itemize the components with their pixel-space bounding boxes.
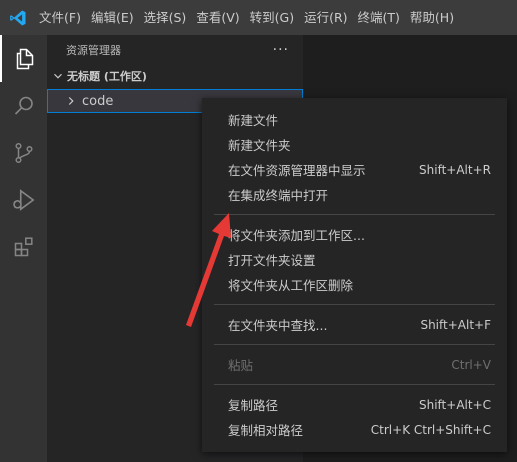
menu-separator bbox=[214, 214, 495, 215]
context-menu-item-shortcut: Shift+Alt+F bbox=[420, 317, 491, 332]
run-debug-icon[interactable] bbox=[0, 176, 47, 223]
context-menu-item-label: 复制相对路径 bbox=[228, 423, 304, 438]
context-menu-item[interactable]: 复制路径 Shift+Alt+C bbox=[202, 392, 507, 417]
context-menu-item-shortcut: Shift+Alt+R bbox=[419, 162, 491, 177]
context-menu-item-label: 粘贴 bbox=[228, 358, 254, 373]
menu-item[interactable]: 查看(V) bbox=[192, 0, 243, 35]
menu-item[interactable]: 转到(G) bbox=[246, 0, 298, 35]
context-menu-item-label: 新建文件 bbox=[228, 113, 279, 128]
menu-separator bbox=[214, 344, 495, 345]
explorer-icon[interactable] bbox=[0, 35, 47, 82]
menu-separator bbox=[214, 304, 495, 305]
context-menu-item-shortcut: Ctrl+K Ctrl+Shift+C bbox=[370, 422, 491, 437]
menu-item[interactable]: 运行(R) bbox=[300, 0, 351, 35]
context-menu-item: 粘贴 Ctrl+V bbox=[202, 352, 507, 377]
activity-bar bbox=[0, 35, 47, 462]
context-menu-item-shortcut: Shift+Alt+C bbox=[418, 397, 491, 412]
chevron-down-icon bbox=[54, 73, 62, 79]
menu-bar: 文件(F) 编辑(E) 选择(S) 查看(V) 转到(G) 运行(R) 终端(T) 帮助(H) bbox=[35, 0, 460, 35]
context-menu-item[interactable]: 打开文件夹设置 bbox=[202, 247, 507, 272]
context-menu-item-label: 将文件夹添加到工作区... bbox=[228, 228, 365, 243]
menu-item[interactable]: 编辑(E) bbox=[87, 0, 138, 35]
context-menu-item-shortcut: Ctrl+V bbox=[451, 357, 491, 372]
context-menu-item[interactable]: 复制相对路径 Ctrl+K Ctrl+Shift+C bbox=[202, 417, 507, 442]
context-menu-item[interactable]: 在文件夹中查找... Shift+Alt+F bbox=[202, 312, 507, 337]
menu-item[interactable]: 终端(T) bbox=[354, 0, 404, 35]
sidebar-header: 资源管理器 ··· bbox=[47, 35, 303, 65]
context-menu-item[interactable]: 将文件夹添加到工作区... bbox=[202, 222, 507, 247]
context-menu-item-label: 复制路径 bbox=[228, 398, 279, 413]
menu-item[interactable]: 帮助(H) bbox=[406, 0, 458, 35]
context-menu-item[interactable]: 在集成终端中打开 bbox=[202, 182, 507, 207]
context-menu-item[interactable]: 将文件夹从工作区删除 bbox=[202, 272, 507, 297]
workspace-label: 无标题 (工作区) bbox=[67, 70, 147, 83]
context-menu: 新建文件新建文件夹在文件资源管理器中显示 Shift+Alt+R 在集成终端中打开将… bbox=[202, 98, 507, 452]
menu-item[interactable]: 文件(F) bbox=[35, 0, 85, 35]
context-menu-item[interactable]: 新建文件 bbox=[202, 107, 507, 132]
title-bar: 文件(F) 编辑(E) 选择(S) 查看(V) 转到(G) 运行(R) 终端(T) 帮助(H) bbox=[0, 0, 517, 35]
context-menu-item-label: 在文件夹中查找... bbox=[228, 318, 328, 333]
more-actions-button[interactable]: ··· bbox=[273, 42, 289, 58]
context-menu-item-label: 在集成终端中打开 bbox=[228, 188, 329, 203]
context-menu-item[interactable]: 在文件资源管理器中显示 Shift+Alt+R bbox=[202, 157, 507, 182]
workspace-header[interactable]: 无标题 (工作区) bbox=[47, 65, 303, 87]
context-menu-item-label: 打开文件夹设置 bbox=[228, 253, 316, 268]
menu-separator bbox=[214, 384, 495, 385]
vscode-logo-icon bbox=[0, 0, 35, 35]
extensions-icon[interactable] bbox=[0, 223, 47, 270]
context-menu-item-label: 将文件夹从工作区删除 bbox=[228, 278, 354, 293]
context-menu-item[interactable]: 新建文件夹 bbox=[202, 132, 507, 157]
source-control-icon[interactable] bbox=[0, 129, 47, 176]
context-menu-item-label: 新建文件夹 bbox=[228, 138, 291, 153]
context-menu-item-label: 在文件资源管理器中显示 bbox=[228, 163, 366, 178]
chevron-right-icon bbox=[68, 97, 74, 105]
menu-item[interactable]: 选择(S) bbox=[140, 0, 191, 35]
folder-label: code bbox=[82, 93, 114, 109]
search-icon[interactable] bbox=[0, 82, 47, 129]
sidebar-title: 资源管理器 bbox=[66, 44, 121, 57]
